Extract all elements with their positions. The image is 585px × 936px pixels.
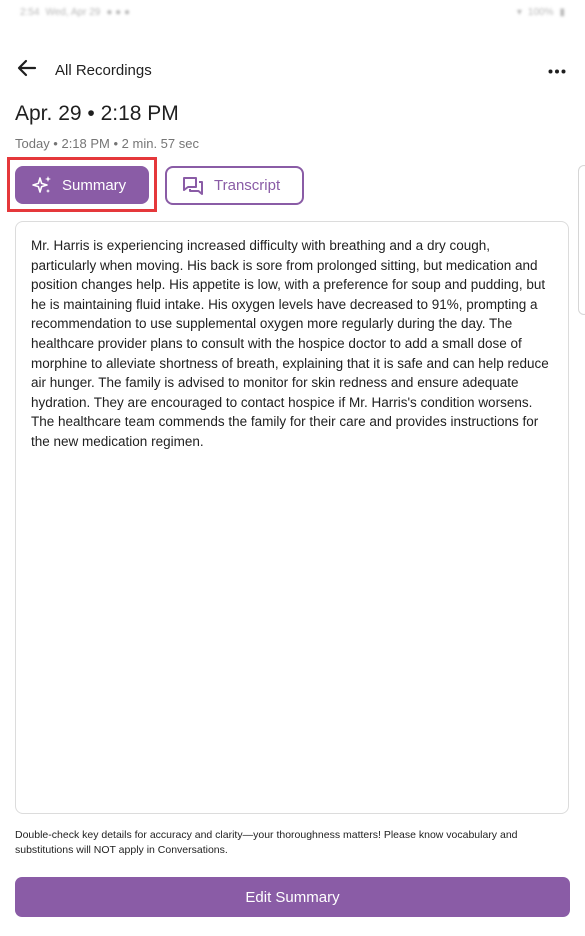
tab-transcript-label: Transcript: [214, 177, 281, 194]
arrow-left-icon: [17, 59, 37, 82]
side-panel-handle[interactable]: [578, 165, 585, 315]
status-time: 2:54: [20, 7, 40, 18]
battery-percent: 100%: [527, 7, 554, 18]
recording-detail-screen: 2:54 Wed, Apr 29 ● ● ● ▾ 100% ▮ All Reco…: [0, 0, 585, 936]
status-bar: 2:54 Wed, Apr 29 ● ● ● ▾ 100% ▮: [0, 0, 585, 26]
tab-summary[interactable]: Summary: [15, 166, 149, 204]
tab-summary-label: Summary: [62, 176, 127, 194]
chat-bubbles-icon: [182, 176, 204, 196]
disclaimer-text: Double-check key details for accuracy an…: [15, 829, 518, 856]
more-options-button[interactable]: [543, 58, 571, 82]
more-horizontal-icon: [548, 61, 566, 79]
back-button[interactable]: [14, 58, 40, 82]
summary-card[interactable]: Mr. Harris is experiencing increased dif…: [15, 221, 569, 814]
edit-summary-label: Edit Summary: [245, 888, 340, 906]
signal-icon: ▾: [516, 7, 522, 18]
recording-title: Apr. 29 • 2:18 PM: [15, 102, 179, 125]
header-title: All Recordings: [55, 62, 152, 79]
app-header: All Recordings: [0, 52, 585, 88]
battery-icon: ▮: [559, 7, 565, 18]
sparkle-icon: [31, 175, 53, 195]
tab-transcript[interactable]: Transcript: [165, 166, 304, 205]
edit-summary-button[interactable]: Edit Summary: [15, 877, 570, 917]
notification-icons: ● ● ●: [106, 7, 131, 18]
summary-text: Mr. Harris is experiencing increased dif…: [31, 238, 549, 449]
recording-meta: Today • 2:18 PM • 2 min. 57 sec: [15, 136, 199, 151]
status-date: Wed, Apr 29: [45, 7, 101, 18]
